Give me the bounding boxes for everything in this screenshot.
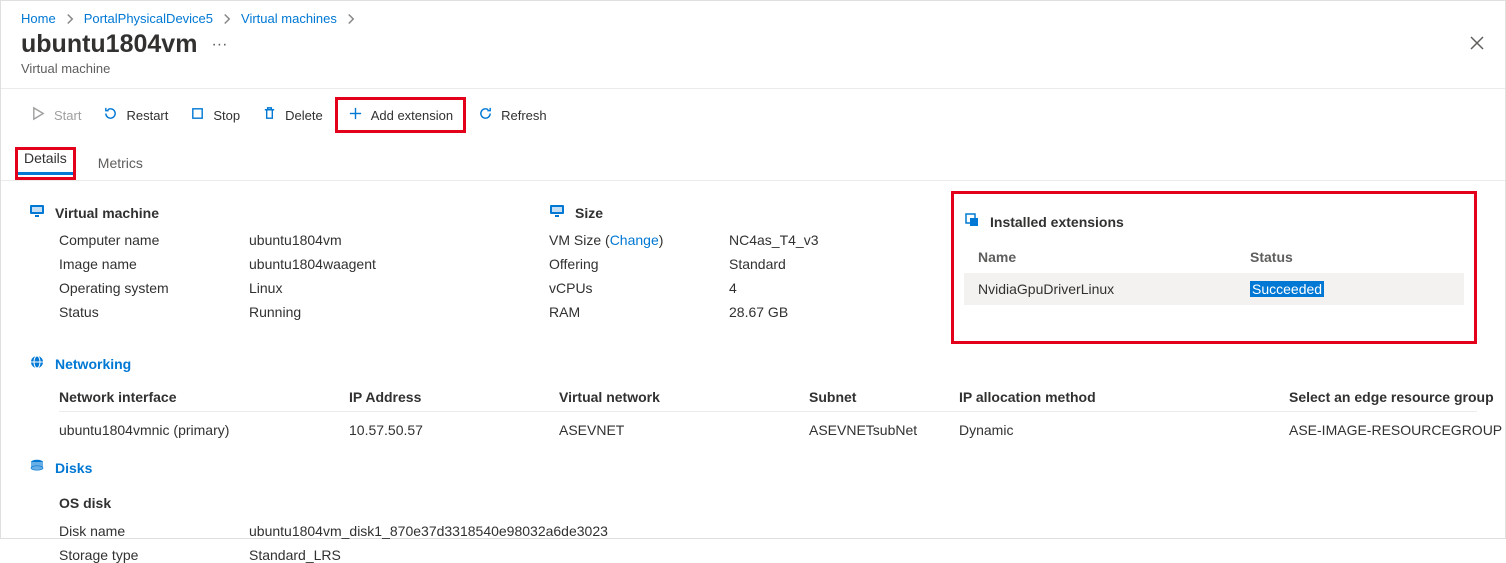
ram-value: 28.67 GB [729, 304, 929, 320]
net-row: ubuntu1804vmnic (primary) 10.57.50.57 AS… [59, 412, 1477, 444]
disk-icon [29, 458, 45, 477]
restart-icon [103, 106, 118, 124]
net-r-alloc: Dynamic [959, 422, 1289, 438]
storage-type-label: Storage type [59, 547, 249, 563]
os-value: Linux [249, 280, 509, 296]
ext-section-header: Installed extensions [964, 212, 1464, 231]
tabs: Details Metrics [1, 141, 1505, 181]
computer-name-value: ubuntu1804vm [249, 232, 509, 248]
status-value: Running [249, 304, 509, 320]
delete-icon [262, 106, 277, 124]
restart-button[interactable]: Restart [93, 100, 178, 130]
net-h-ip: IP Address [349, 389, 559, 405]
play-icon [31, 106, 46, 124]
vm-size-value: NC4as_T4_v3 [729, 232, 929, 248]
network-icon [29, 354, 45, 373]
net-r-rg: ASE-IMAGE-RESOURCEGROUP [1289, 422, 1506, 438]
net-h-rg: Select an edge resource group [1289, 389, 1506, 405]
ext-status-header: Status [1250, 249, 1450, 265]
net-h-alloc: IP allocation method [959, 389, 1289, 405]
add-extension-label: Add extension [371, 108, 453, 123]
stop-label: Stop [213, 108, 240, 123]
breadcrumb-home[interactable]: Home [21, 11, 56, 26]
installed-extensions-panel: Installed extensions Name Status NvidiaG… [951, 191, 1477, 344]
start-label: Start [54, 108, 81, 123]
computer-name-label: Computer name [59, 232, 249, 248]
restart-label: Restart [126, 108, 168, 123]
net-r-vnet: ASEVNET [559, 422, 809, 438]
image-name-label: Image name [59, 256, 249, 272]
net-h-subnet: Subnet [809, 389, 959, 405]
os-label: Operating system [59, 280, 249, 296]
breadcrumb-vms[interactable]: Virtual machines [241, 11, 337, 26]
extension-icon [964, 212, 980, 231]
stop-button[interactable]: Stop [180, 100, 250, 130]
chevron-right-icon [64, 13, 76, 25]
plus-icon [348, 106, 363, 124]
tab-metrics[interactable]: Metrics [92, 147, 149, 180]
image-name-value: ubuntu1804waagent [249, 256, 509, 272]
chevron-right-icon [221, 13, 233, 25]
offering-value: Standard [729, 256, 929, 272]
networking-section-title: Networking [55, 356, 131, 372]
start-button[interactable]: Start [21, 100, 91, 130]
vm-section-title: Virtual machine [55, 205, 159, 221]
ext-row[interactable]: NvidiaGpuDriverLinux Succeeded [964, 273, 1464, 305]
monitor-icon [29, 203, 45, 222]
ext-row-name: NvidiaGpuDriverLinux [978, 281, 1250, 297]
refresh-button[interactable]: Refresh [468, 100, 557, 130]
os-disk-header: OS disk [59, 495, 1477, 511]
size-section-header: Size [549, 203, 929, 222]
add-extension-button[interactable]: Add extension [335, 97, 466, 133]
tab-details[interactable]: Details [18, 142, 73, 175]
net-h-vnet: Virtual network [559, 389, 809, 405]
delete-button[interactable]: Delete [252, 100, 333, 130]
delete-label: Delete [285, 108, 323, 123]
monitor-icon [549, 203, 565, 222]
net-h-nic: Network interface [59, 389, 349, 405]
refresh-icon [478, 106, 493, 124]
ram-label: RAM [549, 304, 729, 320]
breadcrumb: Home PortalPhysicalDevice5 Virtual machi… [1, 1, 1505, 30]
storage-type-value: Standard_LRS [249, 547, 1477, 563]
disk-name-label: Disk name [59, 523, 249, 539]
size-section-title: Size [575, 205, 603, 221]
toolbar: Start Restart Stop Delete Add extension … [1, 88, 1505, 141]
page-title: ubuntu1804vm [21, 30, 197, 59]
close-icon[interactable] [1469, 35, 1485, 54]
networking-section-header[interactable]: Networking [29, 354, 1477, 373]
vcpus-label: vCPUs [549, 280, 729, 296]
disks-section-header[interactable]: Disks [29, 458, 1477, 477]
refresh-label: Refresh [501, 108, 547, 123]
chevron-right-icon [345, 13, 357, 25]
net-r-nic: ubuntu1804vmnic (primary) [59, 422, 349, 438]
page-subtitle: Virtual machine [1, 59, 1505, 88]
change-size-link[interactable]: Change [610, 232, 659, 248]
ext-section-title: Installed extensions [990, 214, 1124, 230]
more-icon[interactable]: ··· [211, 37, 227, 53]
breadcrumb-device[interactable]: PortalPhysicalDevice5 [84, 11, 213, 26]
vcpus-value: 4 [729, 280, 929, 296]
stop-icon [190, 106, 205, 124]
net-r-subnet: ASEVNETsubNet [809, 422, 959, 438]
disks-section-title: Disks [55, 460, 92, 476]
status-label: Status [59, 304, 249, 320]
vm-size-label: VM Size (Change) [549, 232, 729, 248]
ext-row-status: Succeeded [1250, 281, 1450, 297]
disk-name-value: ubuntu1804vm_disk1_870e37d3318540e98032a… [249, 523, 1477, 539]
offering-label: Offering [549, 256, 729, 272]
net-r-ip: 10.57.50.57 [349, 422, 559, 438]
ext-name-header: Name [978, 249, 1250, 265]
vm-section-header: Virtual machine [29, 203, 509, 222]
